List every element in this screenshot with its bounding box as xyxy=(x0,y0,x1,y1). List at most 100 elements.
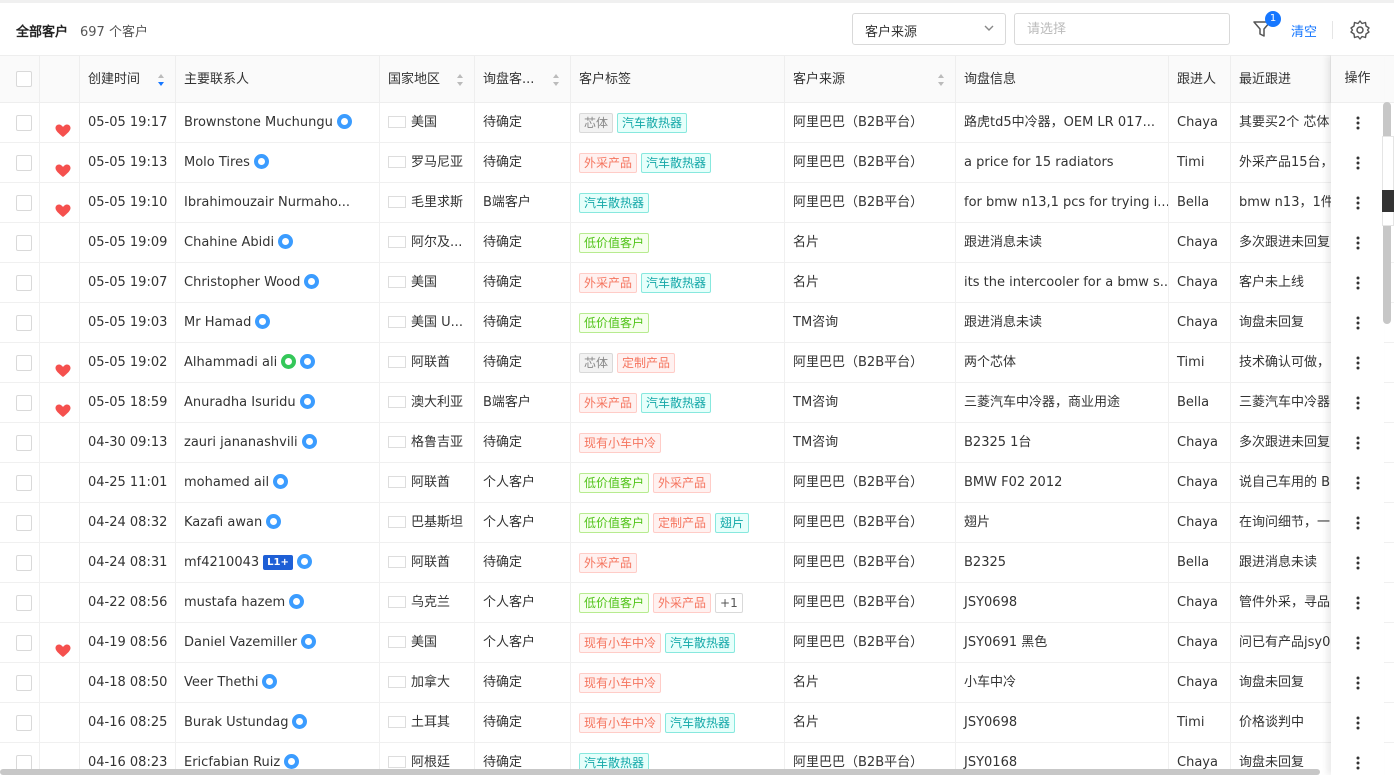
row-checkbox[interactable] xyxy=(16,195,32,211)
more-options-icon[interactable] xyxy=(1351,715,1365,731)
table-row[interactable]: 05-05 18:59 Anuradha Isuridu 澳大利亚 B端客户 外采产品汽… xyxy=(0,383,1394,423)
heart-icon[interactable] xyxy=(55,115,71,137)
more-options-icon[interactable] xyxy=(1351,635,1365,651)
contact-name[interactable]: mustafa hazem xyxy=(184,595,285,610)
more-options-icon[interactable] xyxy=(1351,275,1365,291)
table-row[interactable]: 05-05 19:10 Ibrahimouzair Nurmaho... 毛里求斯 B… xyxy=(0,183,1394,223)
header-country[interactable]: 国家地区 xyxy=(380,56,475,103)
side-panel-tab[interactable] xyxy=(1382,136,1394,226)
contact-name[interactable]: Chahine Abidi xyxy=(184,235,274,250)
row-checkbox[interactable] xyxy=(16,515,32,531)
sort-icon[interactable] xyxy=(552,73,560,87)
clear-filter-link[interactable]: 清空 xyxy=(1291,21,1317,40)
row-checkbox[interactable] xyxy=(16,355,32,371)
customer-type: 待确定 xyxy=(475,423,571,462)
contact-name[interactable]: Alhammadi ali xyxy=(184,355,277,370)
contact-name[interactable]: Christopher Wood xyxy=(184,275,300,290)
created-time: 05-05 19:09 xyxy=(80,223,176,262)
table-row[interactable]: 04-22 08:56 mustafa hazem 乌克兰 个人客户 低价值客户 外采产品… xyxy=(0,583,1394,623)
contact-name[interactable]: zauri jananashvili xyxy=(184,435,298,450)
table-row[interactable]: 04-19 08:56 Daniel Vazemiller 美国 个人客户 现有小车中冷… xyxy=(0,623,1394,663)
table-row[interactable]: 04-16 08:25 Burak Ustundag 土耳其 待确定 现有小车中冷 汽车散… xyxy=(0,703,1394,743)
table-row[interactable]: 05-05 19:13 Molo Tires 罗马尼亚 待确定 外采产品 汽车散热器 阿里巴… xyxy=(0,143,1394,183)
table-row[interactable]: 05-05 19:07 Christopher Wood 美国 待确定 外采产品 汽车散热… xyxy=(0,263,1394,303)
table-row[interactable]: 04-18 08:50 Veer Thethi 加拿大 待确定 现有小车中冷 名片 小车中冷… xyxy=(0,663,1394,703)
table-row[interactable]: 05-05 19:02 Alhammadi ali 阿联酋 待确定 芯体 定制产品 阿里巴巴… xyxy=(0,343,1394,383)
heart-icon[interactable] xyxy=(55,355,71,377)
sort-icon[interactable] xyxy=(937,73,945,87)
country-cell: 美国 xyxy=(380,263,475,302)
more-options-icon[interactable] xyxy=(1351,555,1365,571)
row-checkbox[interactable] xyxy=(16,155,32,171)
more-options-icon[interactable] xyxy=(1351,435,1365,451)
more-options-icon[interactable] xyxy=(1351,115,1365,131)
row-checkbox[interactable] xyxy=(16,435,32,451)
heart-icon[interactable] xyxy=(55,195,71,217)
row-checkbox[interactable] xyxy=(16,315,32,331)
row-checkbox[interactable] xyxy=(16,475,32,491)
more-options-icon[interactable] xyxy=(1351,475,1365,491)
row-checkbox[interactable] xyxy=(16,395,32,411)
more-options-icon[interactable] xyxy=(1351,315,1365,331)
more-options-icon[interactable] xyxy=(1351,515,1365,531)
contact-name[interactable]: mf4210043 xyxy=(184,555,259,570)
heart-icon[interactable] xyxy=(55,155,71,177)
whatsapp-icon[interactable] xyxy=(281,354,297,369)
heart-icon[interactable] xyxy=(55,395,71,417)
country-name: 澳大利亚 xyxy=(411,395,464,410)
contact-name[interactable]: Brownstone Muchungu xyxy=(184,115,333,130)
select-all-checkbox[interactable] xyxy=(16,71,32,87)
more-options-icon[interactable] xyxy=(1351,195,1365,211)
contact-name[interactable]: Molo Tires xyxy=(184,155,250,170)
row-checkbox[interactable] xyxy=(16,635,32,651)
sort-desc-icon[interactable] xyxy=(157,73,165,87)
favorite-cell xyxy=(40,423,80,462)
contact-name[interactable]: mohamed ail xyxy=(184,475,269,490)
country-name: 乌克兰 xyxy=(411,595,451,610)
table-row[interactable]: 04-25 11:01 mohamed ail 阿联酋 个人客户 低价值客户 外采产品 阿里… xyxy=(0,463,1394,503)
source-select[interactable]: 客户来源 xyxy=(852,13,1006,45)
table-row[interactable]: 05-05 19:09 Chahine Abidi 阿尔及... 待确定 低价值客户 名片… xyxy=(0,223,1394,263)
table-row[interactable]: 04-24 08:31 mf4210043 L1+ 阿联酋 待确定 外采产品 阿里巴巴（B2… xyxy=(0,543,1394,583)
more-options-icon[interactable] xyxy=(1351,155,1365,171)
sort-icon[interactable] xyxy=(456,73,464,87)
contact-name[interactable]: Anuradha Isuridu xyxy=(184,395,296,410)
more-options-icon[interactable] xyxy=(1351,355,1365,371)
source-value-input[interactable] xyxy=(1014,13,1230,45)
table-row[interactable]: 05-05 19:03 Mr Hamad 美国 U... 待确定 低价值客户 TM咨询 跟进… xyxy=(0,303,1394,343)
gear-icon[interactable] xyxy=(1349,19,1371,41)
table-row[interactable]: 04-24 08:32 Kazafi awan 巴基斯坦 个人客户 低价值客户 定制产品翅… xyxy=(0,503,1394,543)
horizontal-scrollbar[interactable] xyxy=(0,769,1320,775)
more-options-icon[interactable] xyxy=(1351,395,1365,411)
contact-name[interactable]: Daniel Vazemiller xyxy=(184,635,297,650)
flag-ge-icon xyxy=(388,435,406,448)
more-options-icon[interactable] xyxy=(1351,235,1365,251)
header-created[interactable]: 创建时间 xyxy=(80,56,176,103)
more-options-icon[interactable] xyxy=(1351,595,1365,611)
header-type[interactable]: 询盘客... xyxy=(475,56,571,103)
row-checkbox[interactable] xyxy=(16,115,32,131)
more-options-icon[interactable] xyxy=(1351,755,1365,771)
row-checkbox[interactable] xyxy=(16,595,32,611)
row-checkbox[interactable] xyxy=(16,715,32,731)
row-checkbox[interactable] xyxy=(16,275,32,291)
customer-tag: 低价值客户 xyxy=(579,592,650,613)
contact-name[interactable]: Burak Ustundag xyxy=(184,715,288,730)
table-row[interactable]: 04-30 09:13 zauri jananashvili 格鲁吉亚 待确定 现有小车… xyxy=(0,423,1394,463)
contact-name[interactable]: Mr Hamad xyxy=(184,315,251,330)
more-options-icon[interactable] xyxy=(1351,675,1365,691)
table-row[interactable]: 05-05 19:17 Brownstone Muchungu 美国 待确定 芯体 汽车散… xyxy=(0,103,1394,143)
contact-name[interactable]: Veer Thethi xyxy=(184,675,258,690)
side-panel-handle[interactable] xyxy=(1382,190,1394,212)
more-tags-button[interactable]: +1 xyxy=(715,592,743,613)
contact-name[interactable]: Ericfabian Ruiz xyxy=(184,755,280,770)
header-source[interactable]: 客户来源 xyxy=(785,56,956,103)
recent-follow-up: 外采产品15台， xyxy=(1231,143,1341,182)
row-checkbox[interactable] xyxy=(16,555,32,571)
contact-name[interactable]: Ibrahimouzair Nurmaho... xyxy=(184,195,350,210)
header-fav-cell xyxy=(40,56,80,103)
heart-icon[interactable] xyxy=(55,635,71,657)
row-checkbox[interactable] xyxy=(16,235,32,251)
contact-name[interactable]: Kazafi awan xyxy=(184,515,262,530)
row-checkbox[interactable] xyxy=(16,675,32,691)
